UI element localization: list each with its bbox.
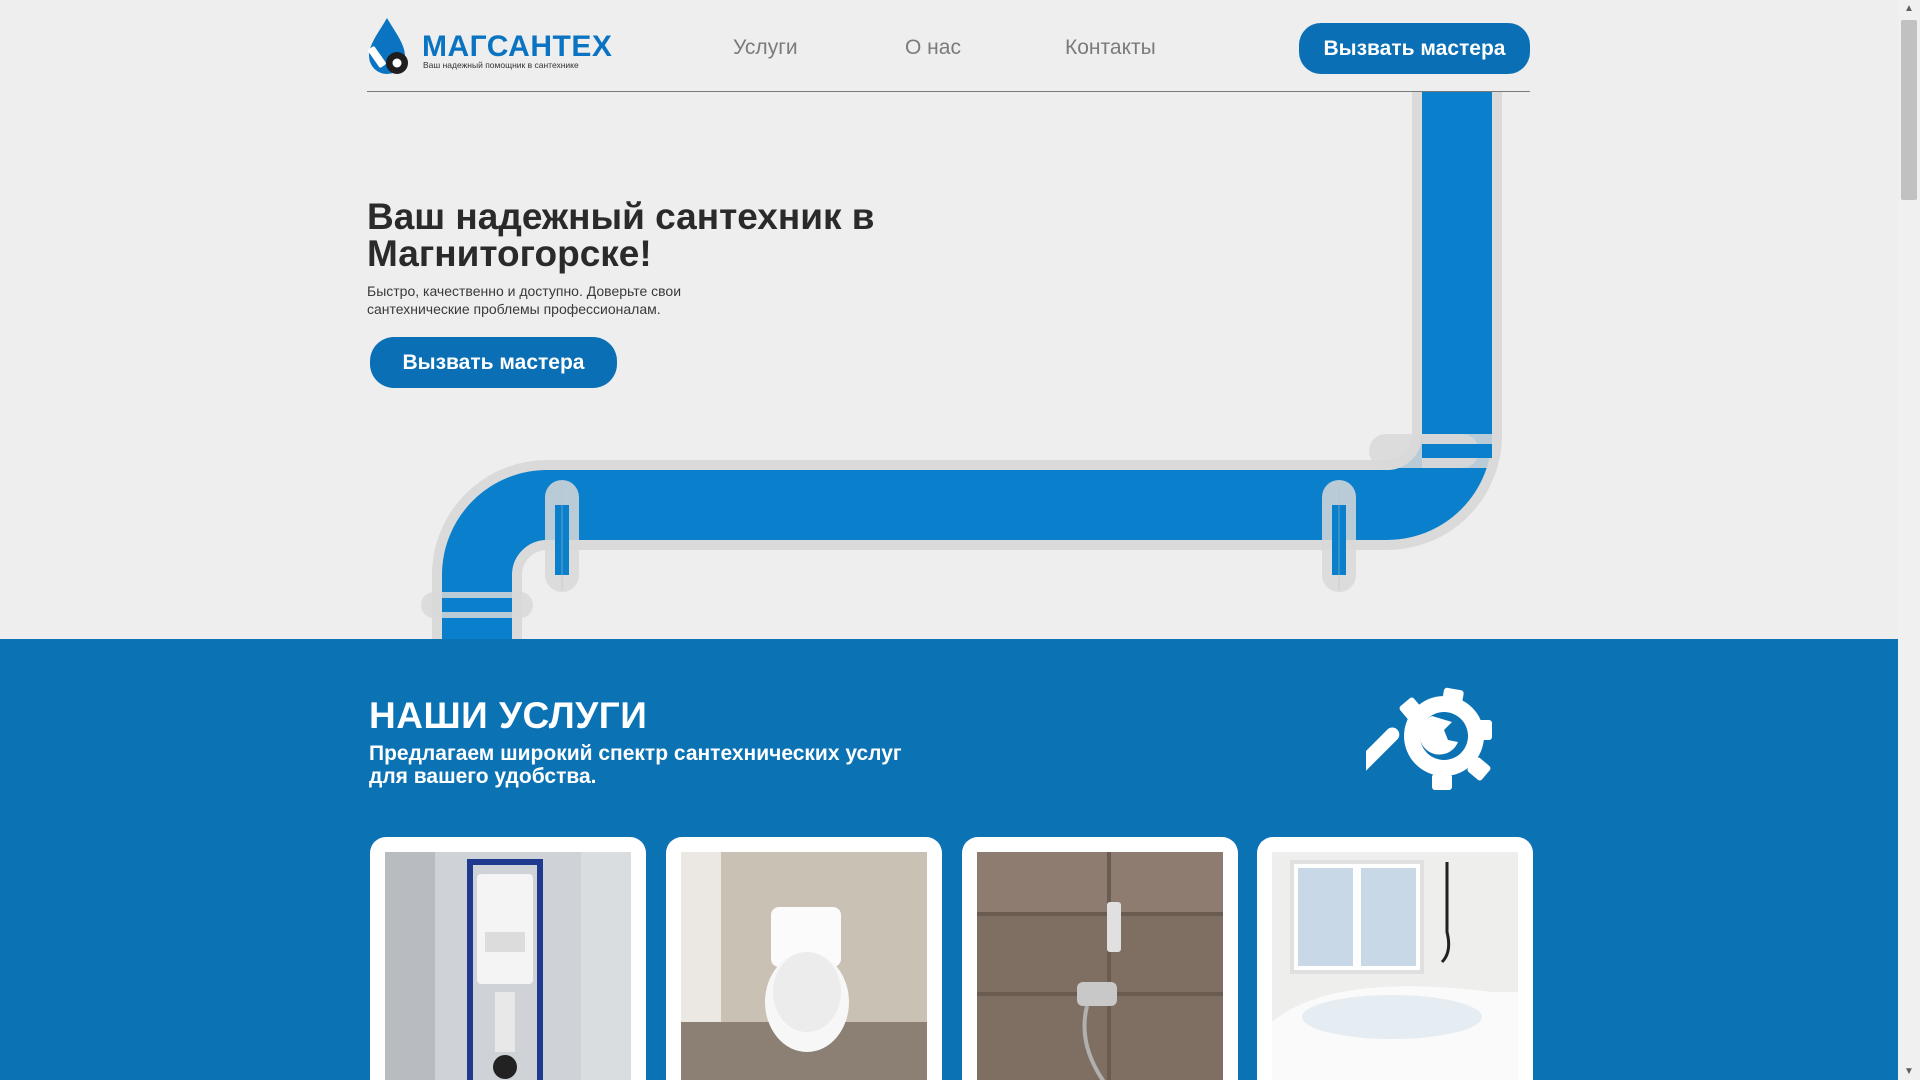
- nav-link-contacts[interactable]: Контакты: [1065, 36, 1156, 60]
- toilet-photo: [681, 852, 927, 1080]
- scrollbar-thumb[interactable]: [1901, 20, 1917, 200]
- nav-link-services[interactable]: Услуги: [733, 36, 798, 60]
- bathtub-photo: [1272, 852, 1518, 1080]
- nav-link-about[interactable]: О нас: [905, 36, 961, 60]
- brand-name: МАГСАНТЕХ: [422, 30, 613, 63]
- scroll-up-arrow-icon[interactable]: ▲: [1898, 0, 1920, 17]
- hero-subtitle: Быстро, качественно и доступно. Доверьте…: [367, 283, 682, 317]
- wrench-gear-icon: [1366, 687, 1492, 790]
- vertical-scrollbar[interactable]: ▲ ▼: [1898, 0, 1920, 1080]
- brand-tagline: Ваш надежный помощник в сантехнике: [423, 60, 579, 70]
- logo[interactable]: МАГСАНТЕХ Ваш надежный помощник в сантех…: [367, 16, 612, 78]
- installation-frame-photo: [385, 852, 631, 1080]
- services-section: [0, 639, 1898, 1080]
- services-title: НАШИ УСЛУГИ: [369, 695, 648, 736]
- service-card[interactable]: [962, 837, 1238, 1080]
- services-subtitle: Предлагаем широкий спектр сантехнических…: [369, 742, 902, 788]
- logo-drop-gear-icon: [368, 18, 408, 74]
- page: МАГСАНТЕХ Ваш надежный помощник в сантех…: [0, 0, 1898, 1080]
- pipe-decoration: [421, 91, 1502, 639]
- scroll-down-arrow-icon[interactable]: ▼: [1898, 1063, 1920, 1080]
- call-master-button-hero[interactable]: Вызвать мастера: [370, 337, 617, 388]
- service-card[interactable]: [1257, 837, 1533, 1080]
- hygienic-shower-photo: [977, 852, 1223, 1080]
- service-card[interactable]: [370, 837, 646, 1080]
- call-master-button-header[interactable]: Вызвать мастера: [1299, 23, 1530, 74]
- header: МАГСАНТЕХ Ваш надежный помощник в сантех…: [367, 0, 1530, 92]
- service-card[interactable]: [666, 837, 942, 1080]
- hero-title: Ваш надежный сантехник в Магнитогорске!: [367, 196, 875, 274]
